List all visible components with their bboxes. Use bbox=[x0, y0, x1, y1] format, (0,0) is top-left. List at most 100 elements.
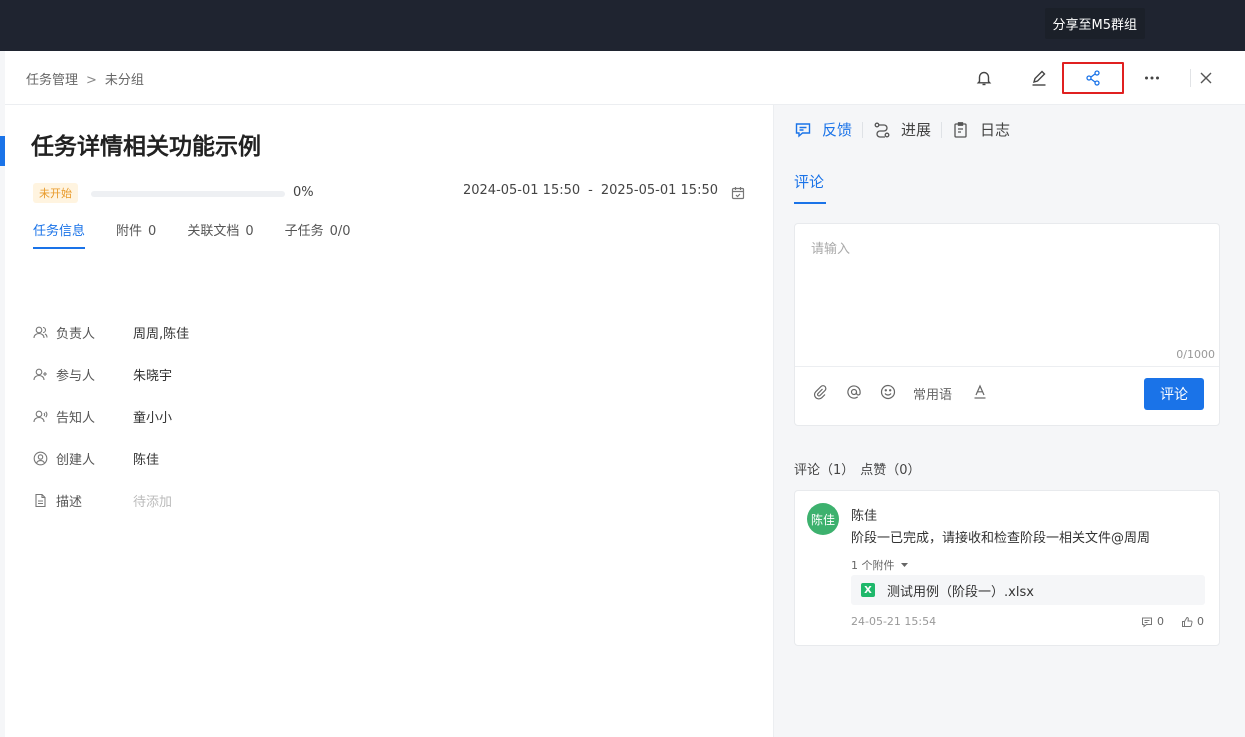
share-button[interactable] bbox=[1062, 62, 1124, 94]
assignee-row[interactable]: 负责人 周周,陈佳 bbox=[33, 322, 189, 342]
users-icon bbox=[33, 324, 49, 340]
caret-down-icon bbox=[901, 563, 908, 567]
text-format-icon[interactable] bbox=[973, 384, 987, 400]
attachment-file[interactable]: X 测试用例（阶段一）.xlsx bbox=[851, 575, 1205, 605]
tab-log-label: 日志 bbox=[980, 121, 1011, 139]
task-info-panel: 任务详情相关功能示例 未开始 0% 2024-05-01 15:50-2025-… bbox=[5, 105, 773, 737]
tab-progress-label: 进展 bbox=[901, 121, 932, 139]
progress-bar bbox=[91, 191, 285, 197]
progress-icon bbox=[874, 122, 890, 138]
common-phrases-label: 常用语 bbox=[913, 388, 953, 403]
comment-count: 评论（1） bbox=[794, 463, 855, 478]
tab-subtasks[interactable]: 子任务 0/0 bbox=[285, 220, 351, 249]
reply-count: 0 bbox=[1157, 615, 1164, 628]
calendar-icon[interactable] bbox=[731, 185, 745, 204]
tab-separator bbox=[941, 121, 943, 138]
char-count: 0/1000 bbox=[1176, 348, 1215, 361]
header-divider bbox=[1190, 69, 1191, 87]
comment-author: 陈佳 bbox=[851, 509, 878, 524]
participant-value[interactable]: 朱晓宇 bbox=[133, 365, 172, 384]
assignee-label: 负责人 bbox=[56, 326, 96, 342]
breadcrumb-root[interactable]: 任务管理 bbox=[26, 69, 78, 88]
clipboard-icon bbox=[954, 121, 967, 138]
tab-label: 关联文档 bbox=[187, 224, 240, 239]
comment-section-title[interactable]: 评论 bbox=[794, 171, 827, 204]
user-circle-icon bbox=[33, 450, 49, 466]
more-icon[interactable] bbox=[1139, 65, 1165, 91]
tab-label: 附件 bbox=[116, 224, 143, 239]
task-tabs: 任务信息 附件 0 关联文档 0 子任务 0/0 bbox=[33, 220, 382, 249]
feedback-panel: 反馈 进展 日志 评论 0/1000 bbox=[773, 105, 1245, 737]
progress-percent: 0% bbox=[293, 185, 314, 200]
tab-count: 0 bbox=[245, 224, 254, 239]
breadcrumb: 任务管理 > 未分组 bbox=[26, 69, 144, 88]
attachment-toggle[interactable]: 1 个附件 bbox=[851, 557, 909, 573]
tab-progress[interactable]: 进展 bbox=[873, 119, 931, 140]
tab-count: 0/0 bbox=[329, 224, 351, 239]
close-icon[interactable] bbox=[1193, 65, 1219, 91]
share-icon bbox=[1086, 70, 1100, 86]
breadcrumb-separator: > bbox=[86, 73, 97, 88]
comment-input[interactable] bbox=[795, 224, 1219, 364]
reply-button[interactable]: 0 bbox=[1141, 615, 1164, 628]
description-value[interactable]: 待添加 bbox=[133, 491, 172, 510]
notify-value[interactable]: 童小小 bbox=[133, 407, 172, 426]
tab-linked-docs[interactable]: 关联文档 0 bbox=[187, 220, 253, 249]
tab-count: 0 bbox=[148, 224, 157, 239]
modal-header: 任务管理 > 未分组 bbox=[5, 51, 1245, 105]
tab-task-info[interactable]: 任务信息 bbox=[33, 220, 86, 249]
document-icon bbox=[33, 492, 49, 508]
tab-label: 子任务 bbox=[284, 224, 324, 239]
submit-comment-button[interactable]: 评论 bbox=[1144, 378, 1204, 410]
creator-value: 陈佳 bbox=[133, 452, 160, 468]
notify-label: 告知人 bbox=[56, 410, 96, 426]
tab-attachments[interactable]: 附件 0 bbox=[116, 220, 156, 249]
feedback-icon bbox=[795, 122, 811, 138]
excel-icon: X bbox=[861, 583, 875, 597]
edit-icon[interactable] bbox=[1026, 65, 1052, 91]
feedback-tabs: 反馈 进展 日志 bbox=[794, 119, 1010, 140]
start-date: 2024-05-01 15:50 bbox=[462, 183, 581, 198]
notify-row[interactable]: 告知人 童小小 bbox=[33, 406, 172, 426]
creator-row: 创建人 陈佳 bbox=[33, 448, 159, 468]
avatar: 陈佳 bbox=[807, 503, 839, 535]
attachment-toggle-label: 1 个附件 bbox=[851, 559, 895, 572]
like-count: 0 bbox=[1197, 615, 1204, 628]
task-detail-modal: 任务管理 > 未分组 任务详情相关功能示例 未开始 0% 2024-05-01 15… bbox=[5, 51, 1245, 737]
creator-label: 创建人 bbox=[56, 452, 96, 468]
description-label: 描述 bbox=[56, 494, 83, 510]
attachment-icon[interactable] bbox=[812, 384, 828, 400]
common-phrases-button[interactable]: 常用语 bbox=[913, 384, 952, 403]
status-badge[interactable]: 未开始 bbox=[33, 183, 78, 203]
comment-stats: 评论（1） 点赞（0） bbox=[794, 459, 921, 478]
date-separator: - bbox=[588, 183, 593, 198]
tab-feedback-label: 反馈 bbox=[822, 121, 853, 139]
reply-icon bbox=[1142, 617, 1152, 628]
bell-icon[interactable] bbox=[971, 65, 997, 91]
user-plus-icon bbox=[33, 366, 49, 382]
user-voice-icon bbox=[33, 408, 49, 424]
tab-feedback[interactable]: 反馈 bbox=[794, 119, 852, 140]
comment-item: 陈佳 陈佳 阶段一已完成，请接收和检查阶段一相关文件@周周 1 个附件 X 测试… bbox=[794, 490, 1220, 646]
comment-editor: 0/1000 常用语 评论 bbox=[794, 223, 1220, 426]
like-button[interactable]: 0 bbox=[1181, 615, 1204, 628]
breadcrumb-current[interactable]: 未分组 bbox=[105, 69, 144, 88]
participant-label: 参与人 bbox=[56, 368, 96, 384]
comment-time: 24-05-21 15:54 bbox=[851, 615, 937, 628]
emoji-icon[interactable] bbox=[880, 384, 896, 400]
task-title: 任务详情相关功能示例 bbox=[31, 134, 261, 160]
description-row[interactable]: 描述 待添加 bbox=[33, 490, 172, 510]
comment-body: 阶段一已完成，请接收和检查阶段一相关文件@周周 bbox=[851, 531, 1151, 546]
tab-log[interactable]: 日志 bbox=[952, 119, 1010, 140]
tab-label: 任务信息 bbox=[33, 224, 86, 239]
tab-separator bbox=[862, 121, 864, 138]
date-range[interactable]: 2024-05-01 15:50-2025-05-01 15:50 bbox=[463, 183, 718, 198]
mention-icon[interactable] bbox=[846, 384, 862, 400]
editor-divider bbox=[795, 366, 1219, 367]
thumbs-up-icon bbox=[1182, 616, 1193, 627]
participant-row[interactable]: 参与人 朱晓宇 bbox=[33, 364, 172, 384]
share-tooltip: 分享至M5群组 bbox=[1044, 8, 1145, 39]
attachment-file-name: 测试用例（阶段一）.xlsx bbox=[887, 584, 1034, 600]
assignee-value[interactable]: 周周,陈佳 bbox=[133, 323, 189, 342]
end-date: 2025-05-01 15:50 bbox=[600, 183, 718, 198]
